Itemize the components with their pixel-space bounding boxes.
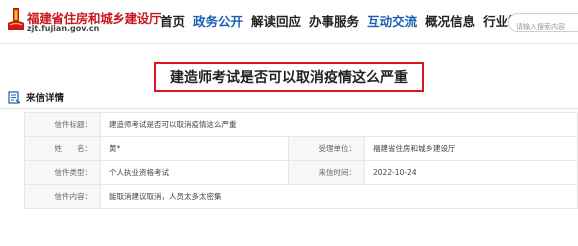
- date-label: 来信时间：: [288, 160, 365, 185]
- table-row: 信件类型： 个人执业资格考试 来信时间： 2022-10-24: [24, 160, 578, 185]
- search-input[interactable]: [509, 18, 578, 31]
- name-value: 黄*: [100, 136, 289, 161]
- name-label: 姓 名：: [24, 136, 101, 161]
- nav-home[interactable]: 首页: [160, 13, 185, 31]
- section-heading: 来信详情: [8, 90, 64, 104]
- section-divider: [0, 108, 578, 109]
- table-row: 信件内容： 能取消建议取消，人员太多太密集: [24, 184, 578, 209]
- main-nav: 首页 政务公开 解读回应 办事服务 互动交流 概况信息 行业管理: [160, 13, 541, 31]
- dept-label: 受理单位：: [288, 136, 365, 161]
- type-value: 个人执业资格考试: [100, 160, 289, 185]
- type-label: 信件类型：: [24, 160, 101, 185]
- subject-label: 信件标题：: [24, 112, 101, 137]
- content-value: 能取消建议取消，人员太多太密集: [100, 184, 578, 209]
- site-domain: zjt.fujian.gov.cn: [27, 24, 100, 33]
- emblem-icon: [8, 8, 24, 30]
- content-label: 信件内容：: [24, 184, 101, 209]
- nav-services[interactable]: 办事服务: [309, 13, 359, 31]
- search-box: [508, 13, 578, 32]
- dept-value: 福建省住房和城乡建设厅: [364, 136, 578, 161]
- table-row: 姓 名： 黄* 受理单位： 福建省住房和城乡建设厅: [24, 136, 578, 161]
- subject-value: 建造师考试是否可以取消疫情这么严重: [100, 112, 578, 137]
- table-row: 信件标题： 建造师考试是否可以取消疫情这么严重: [24, 112, 578, 137]
- site-header: 福建省住房和城乡建设厅 zjt.fujian.gov.cn 首页 政务公开 解读…: [0, 0, 578, 44]
- letter-details-table: 信件标题： 建造师考试是否可以取消疫情这么严重 姓 名： 黄* 受理单位： 福建…: [24, 112, 578, 209]
- document-icon: [8, 90, 21, 104]
- page-title: 建造师考试是否可以取消疫情这么严重: [170, 70, 408, 86]
- nav-overview[interactable]: 概况信息: [425, 13, 475, 31]
- nav-interpretation[interactable]: 解读回应: [251, 13, 301, 31]
- site-logo[interactable]: 福建省住房和城乡建设厅 zjt.fujian.gov.cn: [8, 6, 162, 38]
- nav-interaction[interactable]: 互动交流: [367, 13, 417, 31]
- nav-gov-affairs[interactable]: 政务公开: [193, 13, 243, 31]
- date-value: 2022-10-24: [364, 160, 578, 185]
- section-label: 来信详情: [26, 93, 65, 104]
- page-title-box: 建造师考试是否可以取消疫情这么严重: [154, 62, 424, 92]
